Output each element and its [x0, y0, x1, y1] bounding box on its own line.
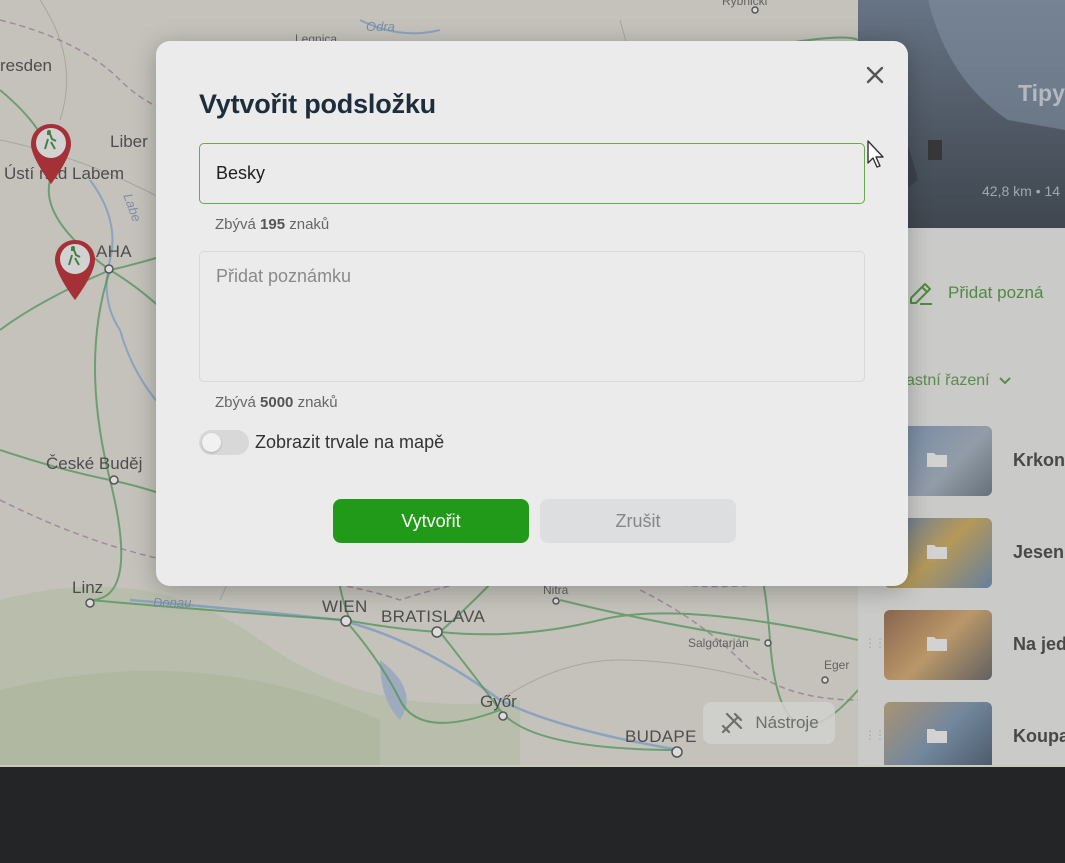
toggle-knob	[202, 433, 221, 452]
counter-prefix: Zbývá	[215, 216, 256, 233]
close-icon	[866, 66, 884, 84]
counter-value: 195	[260, 216, 286, 233]
counter-prefix: Zbývá	[215, 394, 256, 411]
create-subfolder-dialog: Vytvořit podsložku Zbývá 195 znaků Zbývá…	[156, 41, 908, 586]
dialog-title: Vytvořit podsložku	[199, 89, 436, 119]
note-textarea[interactable]	[199, 251, 865, 382]
note-char-counter: Zbývá 5000 znaků	[215, 394, 338, 411]
counter-suffix: znaků	[289, 216, 330, 233]
divider	[0, 765, 1065, 767]
name-char-counter: Zbývá 195 znaků	[215, 216, 329, 233]
folder-name-input[interactable]	[199, 143, 865, 204]
counter-suffix: znaků	[297, 394, 338, 411]
show-on-map-toggle[interactable]	[199, 430, 249, 455]
show-on-map-row: Zobrazit trvale na mapě	[199, 430, 444, 455]
cancel-button[interactable]: Zrušit	[540, 499, 736, 543]
show-on-map-label: Zobrazit trvale na mapě	[255, 432, 445, 452]
counter-value: 5000	[260, 394, 294, 411]
mouse-cursor-icon	[867, 140, 884, 168]
close-button[interactable]	[861, 61, 889, 89]
create-button[interactable]: Vytvořit	[333, 499, 529, 543]
